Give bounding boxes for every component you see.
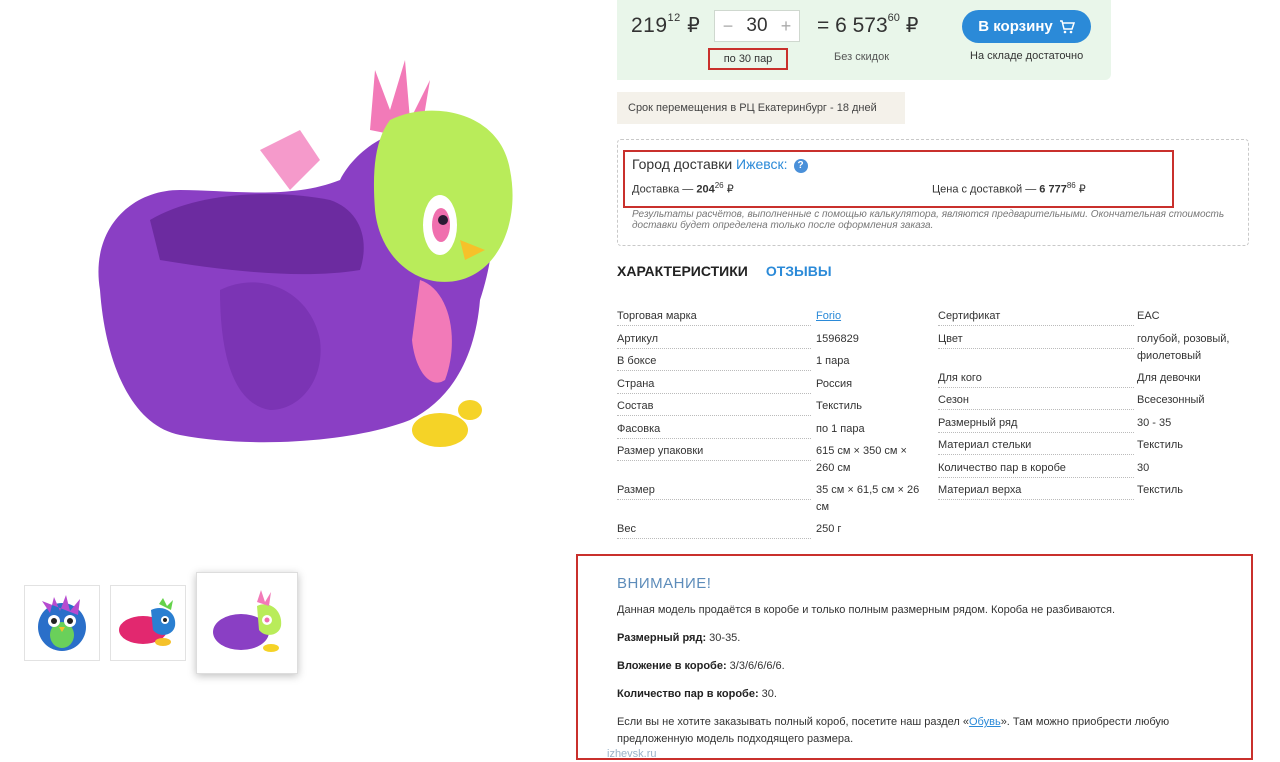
spec-value: Текстиль [1137, 484, 1183, 496]
purchase-panel: 21912 ₽ − 30 + по 30 пар = 6 57360 ₽ Без… [617, 0, 1111, 80]
spec-value: Всесезонный [1137, 394, 1205, 406]
spec-value: 250 г [816, 523, 842, 535]
attention-nesting: Вложение в коробе: 3/3/6/6/6/6. [617, 660, 785, 672]
slipper-image [98, 60, 513, 447]
footwear-link[interactable]: Обувь [969, 716, 1001, 728]
blue-owl-slipper-image [38, 595, 86, 651]
thumbnail-pink-owl[interactable] [110, 585, 186, 661]
spec-name: Материал стельки [938, 437, 1134, 455]
transfer-notice: Срок перемещения в РЦ Екатеринбург - 18 … [617, 92, 905, 124]
delivery-total: Цена с доставкой — 6 77786 ₽ [932, 181, 1086, 196]
spec-name: Размерный ряд [938, 415, 1134, 433]
spec-name: Артикул [617, 331, 811, 349]
total-price: = 6 57360 ₽ [817, 12, 919, 37]
thumbnail-strip [24, 572, 298, 674]
spec-value: EAC [1137, 310, 1160, 322]
spec-name: В боксе [617, 353, 811, 371]
spec-name: Сезон [938, 392, 1134, 410]
brand-link[interactable]: Forio [816, 308, 926, 325]
spec-name: Размер [617, 482, 811, 500]
qty-plus-button[interactable]: + [779, 16, 793, 37]
spec-name: Сертификат [938, 308, 1134, 326]
spec-value: 35 см × 61,5 см × 26 см [816, 484, 920, 513]
spec-name: Страна [617, 376, 811, 394]
spec-value: 30 - 35 [1137, 416, 1172, 429]
spec-value: Текстиль [1137, 439, 1183, 451]
product-main-image[interactable] [60, 40, 530, 480]
attention-footwear-text: Если вы не хотите заказывать полный коро… [617, 716, 1170, 728]
delivery-city-link[interactable]: Ижевск: [736, 156, 788, 172]
delivery-city: Город доставки Ижевск:? [632, 156, 808, 173]
discount-note: Без скидок [834, 51, 889, 63]
spec-name: Для кого [938, 370, 1134, 388]
cart-button-label: В корзину [978, 18, 1053, 35]
spec-value: 30 [1137, 461, 1150, 474]
qty-value[interactable]: 30 [746, 15, 767, 37]
spec-value: Текстиль [816, 400, 862, 412]
thumbnail-purple-owl[interactable] [196, 572, 298, 674]
add-to-cart-button[interactable]: В корзину [962, 10, 1091, 43]
quantity-stepper[interactable]: − 30 + [714, 10, 800, 42]
spec-value: по 1 пара [816, 422, 865, 435]
attention-text: Данная модель продаётся в коробе и тольк… [617, 604, 1116, 616]
attention-title: ВНИМАНИЕ! [617, 575, 712, 592]
product-tabs: ХАРАКТЕРИСТИКИ ОТЗЫВЫ [617, 263, 832, 279]
delivery-disclaimer: Результаты расчётов, выполненные с помощ… [632, 209, 1225, 231]
qty-minus-button[interactable]: − [721, 16, 735, 37]
spec-name: Фасовка [617, 421, 811, 439]
spec-name: Цвет [938, 331, 1134, 349]
attention-footwear-text-2: предложенную модель подходящего размера. [617, 733, 854, 745]
spec-name: Количество пар в коробе [938, 460, 1134, 478]
attention-size: Размерный ряд: 30-35. [617, 632, 741, 644]
pink-owl-slipper-image [119, 598, 176, 646]
spec-name: Состав [617, 398, 811, 416]
spec-value: Для девочки [1137, 371, 1201, 384]
attention-count: Количество пар в коробе: 30. [617, 688, 777, 700]
spec-value: 1596829 [816, 332, 859, 345]
spec-name: Размер упаковки [617, 443, 811, 461]
spec-value: 615 см × 350 см × 260 см [816, 445, 907, 474]
unit-price: 21912 ₽ [631, 12, 701, 37]
spec-value: голубой, розовый, фиолетовый [1137, 332, 1230, 362]
help-icon[interactable]: ? [793, 159, 808, 173]
qty-pack-note: по 30 пар [708, 48, 788, 70]
spec-name: Вес [617, 521, 811, 539]
thumbnail-blue-owl[interactable] [24, 585, 100, 661]
spec-name: Материал верха [938, 482, 1134, 500]
tab-characteristics[interactable]: ХАРАКТЕРИСТИКИ [617, 263, 748, 279]
watermark: izhevsk.ru [607, 748, 657, 760]
spec-value: 1 пара [816, 355, 850, 367]
cart-icon [1059, 19, 1075, 33]
spec-value: Россия [816, 377, 853, 390]
spec-name: Торговая марка [617, 308, 811, 326]
delivery-cost: Доставка — 20426 ₽ [632, 181, 734, 196]
purple-owl-slipper-image [213, 590, 282, 652]
stock-status: На складе достаточно [970, 50, 1084, 62]
tab-reviews[interactable]: ОТЗЫВЫ [766, 263, 832, 279]
